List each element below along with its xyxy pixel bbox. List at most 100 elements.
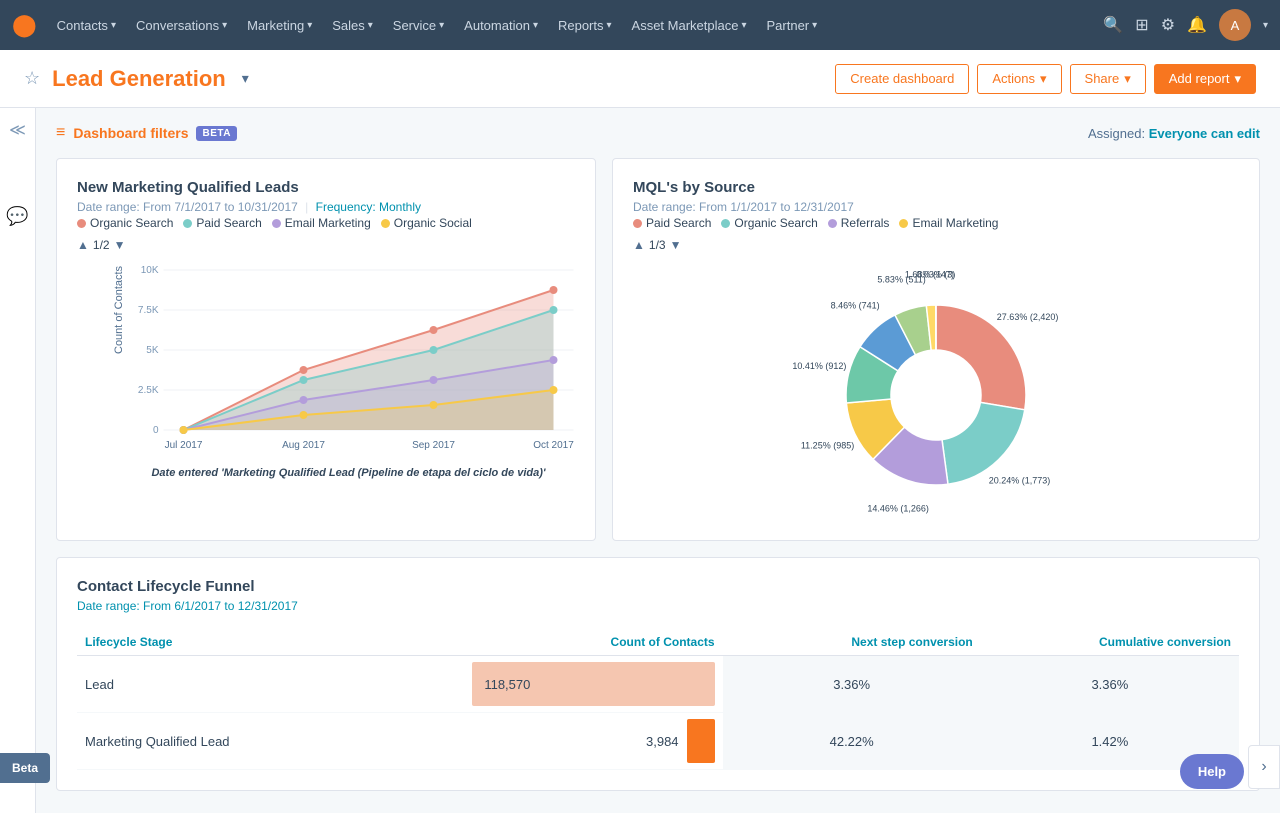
cumulative-header: Cumulative conversion [981, 629, 1239, 656]
nav-conversations[interactable]: Conversations ▾ [128, 0, 235, 50]
mql-legend: Organic Search Paid Search Email Marketing… [77, 216, 575, 230]
line-chart: Count of Contacts 10K 7.5K 5K 2.5K 0 [77, 260, 575, 479]
prev-arrow-icon[interactable]: ▲ [77, 238, 89, 252]
collapse-left-icon[interactable]: ≪ [9, 120, 26, 140]
top-navigation: ⬤ Contacts ▾ Conversations ▾ Marketing ▾… [0, 0, 1280, 50]
mql-source-title: MQL's by Source [633, 179, 1239, 196]
share-button[interactable]: Share ▾ [1070, 64, 1146, 94]
chevron-down-icon: ▾ [111, 20, 116, 31]
lifecycle-stage-header: Lifecycle Stage [77, 629, 464, 656]
funnel-card: Contact Lifecycle Funnel Date range: Fro… [56, 557, 1260, 791]
mql-card-title: New Marketing Qualified Leads [77, 179, 575, 196]
chart-xlabel: Date entered 'Marketing Qualified Lead (… [122, 467, 575, 479]
next-arrow-icon[interactable]: ▼ [114, 238, 126, 252]
table-row: Marketing Qualified Lead 3,984 42.22% 1.… [77, 713, 1239, 770]
nav-reports[interactable]: Reports ▾ [550, 0, 620, 50]
nav-service[interactable]: Service ▾ [385, 0, 452, 50]
beta-badge: BETA [196, 126, 236, 141]
favorite-star-icon[interactable]: ☆ [24, 68, 40, 89]
funnel-date: Date range: From 6/1/2017 to 12/31/2017 [77, 599, 1239, 613]
nav-contacts[interactable]: Contacts ▾ [49, 0, 124, 50]
nav-automation[interactable]: Automation ▾ [456, 0, 546, 50]
svg-text:14.46% (1,266): 14.46% (1,266) [867, 503, 929, 513]
line-chart-svg: 10K 7.5K 5K 2.5K 0 Jul 2017 Aug 2017 Sep… [122, 260, 575, 460]
legend-item: Email Marketing [899, 216, 998, 230]
mql-source-legend: Paid Search Organic Search Referrals Email … [633, 216, 1239, 230]
next-arrow-icon[interactable]: ▼ [670, 238, 682, 252]
lifecycle-stage-cell: Lead [77, 656, 464, 713]
mql-card-date: Date range: From 7/1/2017 to 10/31/2017 … [77, 200, 575, 214]
svg-text:10.41% (912): 10.41% (912) [792, 361, 846, 371]
help-button[interactable]: Help [1180, 754, 1244, 789]
chevron-down-icon: ▾ [607, 20, 612, 31]
next-step-header: Next step conversion [723, 629, 981, 656]
title-dropdown-icon[interactable]: ▾ [242, 70, 249, 87]
svg-text:7.5K: 7.5K [138, 305, 159, 316]
cumulative-cell: 3.36% [981, 656, 1239, 713]
filters-label[interactable]: Dashboard filters [73, 125, 188, 141]
svg-text:11.25% (985): 11.25% (985) [801, 441, 854, 451]
marketplace-icon[interactable]: ⊞ [1135, 15, 1148, 35]
svg-text:5K: 5K [146, 345, 159, 356]
nav-marketing[interactable]: Marketing ▾ [239, 0, 320, 50]
legend-item: Organic Search [721, 216, 817, 230]
next-page-arrow[interactable]: › [1248, 745, 1280, 789]
chevron-down-icon: ▾ [533, 20, 538, 31]
chevron-down-icon: ▾ [741, 20, 746, 31]
chat-icon[interactable]: 💬 [6, 206, 28, 227]
filters-row: ≡ Dashboard filters BETA Assigned: Every… [56, 124, 1260, 142]
bar-value: 3,984 [646, 734, 679, 749]
chevron-down-icon: ▾ [222, 20, 227, 31]
add-report-button[interactable]: Add report ▾ [1154, 64, 1256, 94]
nav-asset-marketplace[interactable]: Asset Marketplace ▾ [624, 0, 755, 50]
chevron-down-icon: ▾ [1040, 71, 1047, 87]
chevron-down-icon: ▾ [1234, 71, 1241, 87]
table-row: Lead 118,570 3.36% 3.36% [77, 656, 1239, 713]
yaxis-label: Count of Contacts [113, 266, 125, 354]
svg-text:0: 0 [153, 425, 159, 436]
legend-item: Paid Search [633, 216, 711, 230]
svg-text:27.63% (2,420): 27.63% (2,420) [997, 312, 1059, 322]
legend-item: Email Marketing [272, 216, 371, 230]
hubspot-logo[interactable]: ⬤ [12, 12, 37, 38]
beta-button[interactable]: Beta [0, 753, 50, 783]
page-title: Lead Generation [52, 66, 226, 92]
left-side-panel: ≪ 💬 [0, 108, 36, 813]
chevron-down-icon: ▾ [1124, 71, 1131, 87]
header-action-buttons: Create dashboard Actions ▾ Share ▾ Add r… [835, 64, 1256, 94]
settings-icon[interactable]: ⚙ [1161, 15, 1175, 35]
chevron-down-icon[interactable]: ▾ [1263, 20, 1268, 31]
legend-item: Paid Search [183, 216, 261, 230]
main-layout: ≪ 💬 ≡ Dashboard filters BETA Assigned: E… [0, 108, 1280, 813]
nav-partner[interactable]: Partner ▾ [759, 0, 826, 50]
nav-sales[interactable]: Sales ▾ [324, 0, 381, 50]
mql-pagination[interactable]: ▲ 1/2 ▼ [77, 238, 575, 252]
mql-line-chart-card: New Marketing Qualified Leads Date range… [56, 158, 596, 541]
funnel-table: Lifecycle Stage Count of Contacts Next s… [77, 629, 1239, 770]
next-step-cell: 3.36% [723, 656, 981, 713]
mql-source-card: MQL's by Source Date range: From 1/1/201… [612, 158, 1260, 541]
legend-item: Organic Search [77, 216, 173, 230]
create-dashboard-button[interactable]: Create dashboard [835, 64, 969, 94]
svg-text:Jul 2017: Jul 2017 [165, 440, 203, 451]
svg-text:Sep 2017: Sep 2017 [412, 440, 455, 451]
search-icon[interactable]: 🔍 [1103, 15, 1123, 35]
nav-right-actions: 🔍 ⊞ ⚙ 🔔 A ▾ [1103, 9, 1268, 41]
svg-text:10K: 10K [141, 265, 159, 276]
pie-chart-svg: 27.63% (2,420)20.24% (1,773)14.46% (1,26… [633, 260, 1239, 520]
prev-arrow-icon[interactable]: ▲ [633, 238, 645, 252]
notifications-icon[interactable]: 🔔 [1187, 15, 1207, 35]
svg-text:Aug 2017: Aug 2017 [282, 440, 325, 451]
top-cards-row: New Marketing Qualified Leads Date range… [56, 158, 1260, 541]
legend-item: Referrals [828, 216, 890, 230]
chevron-down-icon: ▾ [439, 20, 444, 31]
assigned-link[interactable]: Everyone can edit [1149, 126, 1260, 141]
bar-value: 118,570 [484, 677, 530, 692]
mql-source-pagination[interactable]: ▲ 1/3 ▼ [633, 238, 1239, 252]
user-avatar[interactable]: A [1219, 9, 1251, 41]
actions-button[interactable]: Actions ▾ [977, 64, 1061, 94]
lifecycle-stage-cell: Marketing Qualified Lead [77, 713, 464, 770]
legend-item: Organic Social [381, 216, 472, 230]
filter-icon: ≡ [56, 124, 65, 142]
svg-text:0.03% (3): 0.03% (3) [916, 269, 955, 279]
